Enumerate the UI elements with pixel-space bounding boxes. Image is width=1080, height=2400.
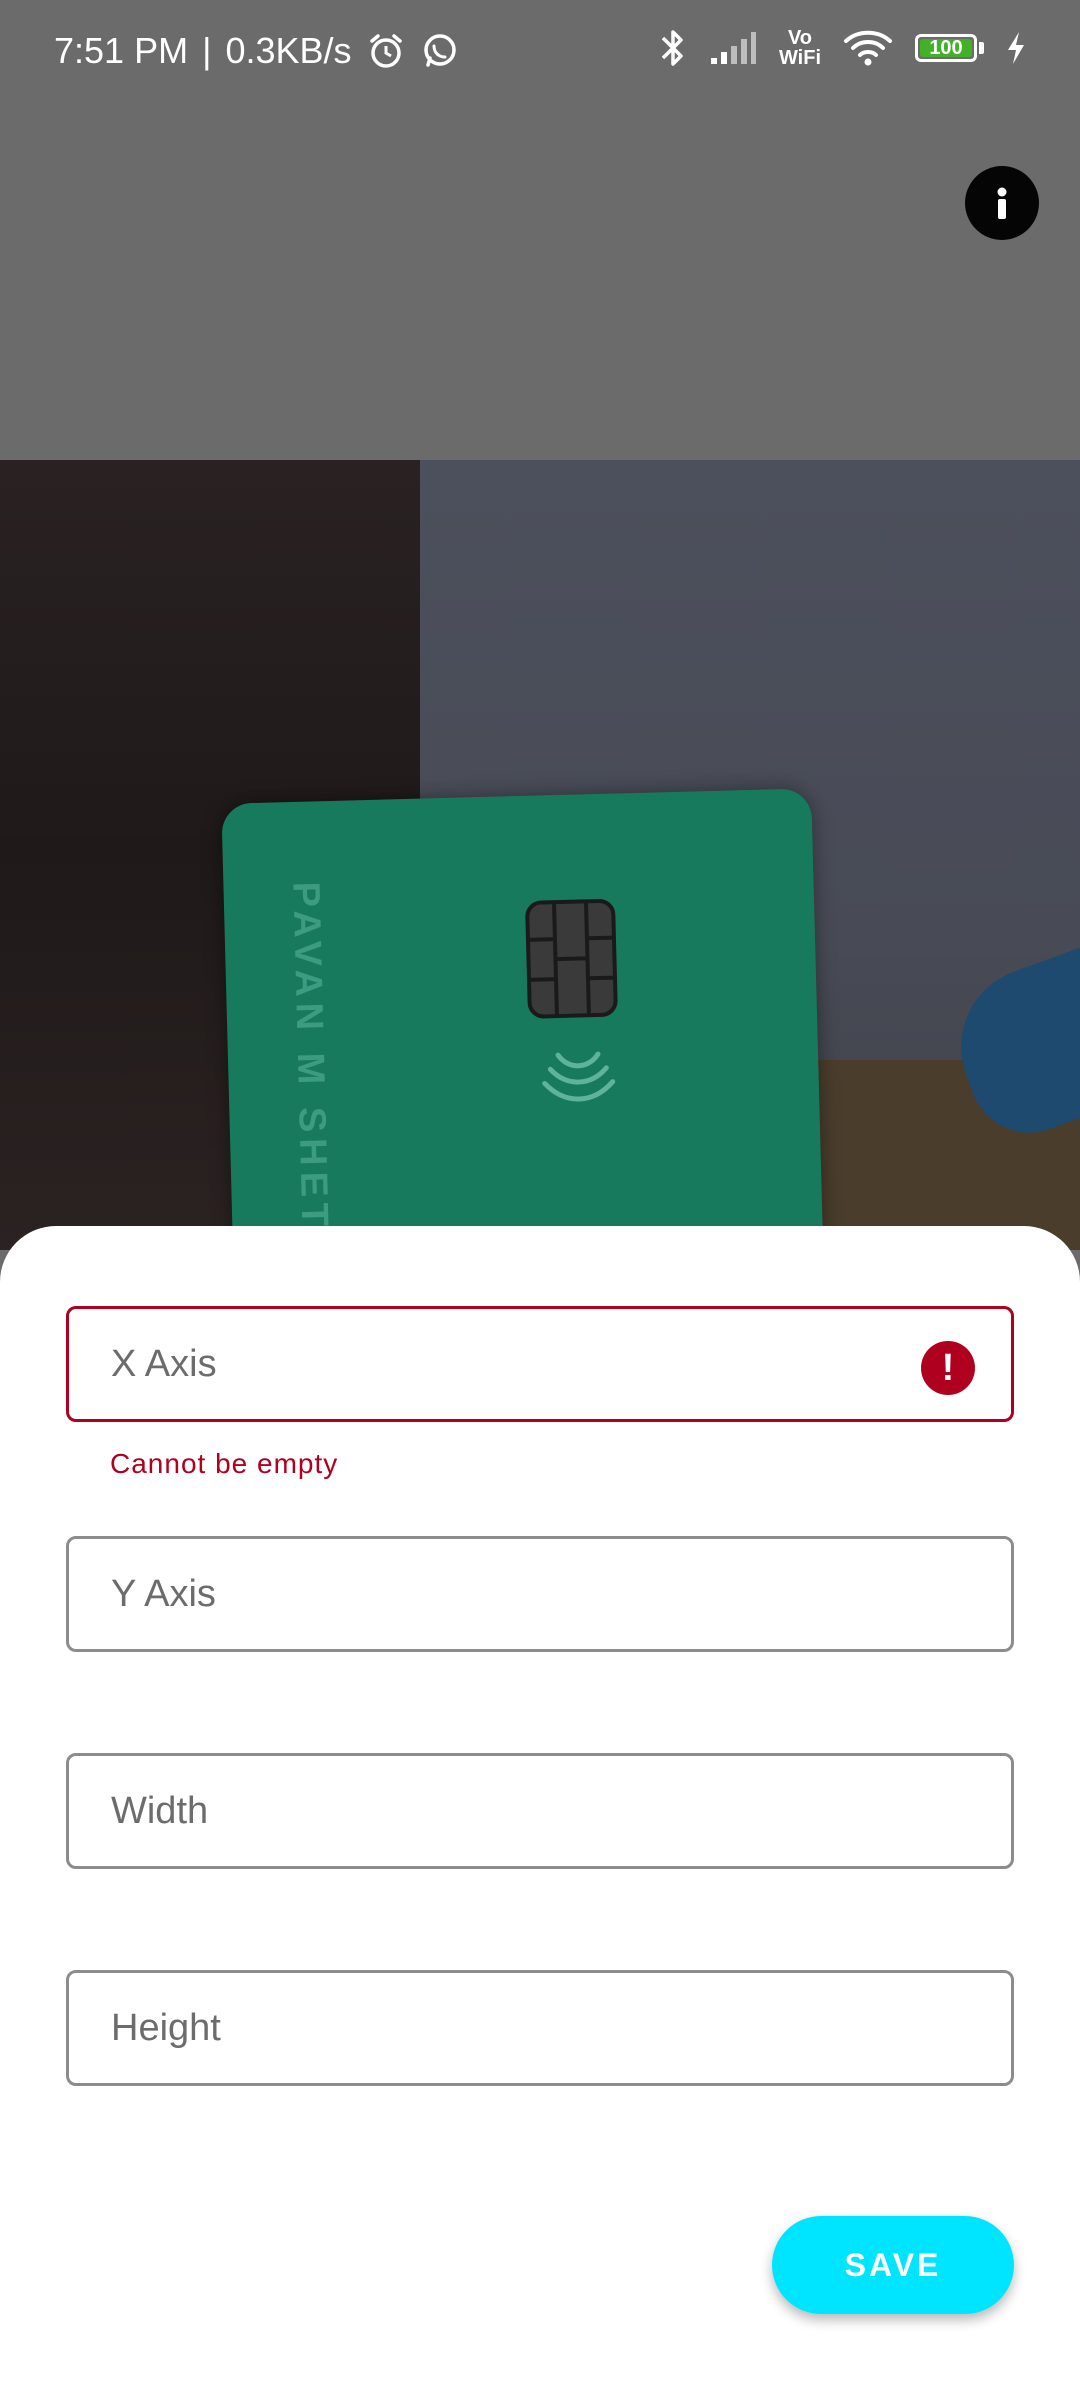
app-screen: 7:51 PM | 0.3KB/s Vo WiFi 100 PAVAN M SH…: [0, 0, 1080, 2400]
contactless-icon: [542, 1051, 616, 1102]
vowifi-top-text: Vo: [787, 27, 813, 49]
y-axis-label: Y Axis: [111, 1573, 216, 1615]
error-icon: !: [921, 1341, 975, 1395]
alarm-icon: [366, 31, 406, 71]
width-label: Width: [111, 1790, 209, 1832]
charging-icon: [1006, 31, 1026, 65]
card-image: PAVAN M SHETT: [221, 788, 825, 1250]
vowifi-icon: Vo WiFi: [779, 28, 821, 68]
status-right: Vo WiFi 100: [659, 26, 1026, 70]
status-left: 7:51 PM | 0.3KB/s: [54, 30, 460, 72]
width-field[interactable]: Width: [66, 1753, 1014, 1869]
bottom-sheet: X Axis ! Cannot be empty Y Axis Width He…: [0, 1226, 1080, 2400]
camera-preview: PAVAN M SHETT: [0, 460, 1080, 1250]
height-field[interactable]: Height: [66, 1970, 1014, 2086]
card-name-text: PAVAN M SHETT: [284, 881, 337, 1250]
x-axis-label: X Axis: [111, 1343, 217, 1385]
status-bar: 7:51 PM | 0.3KB/s Vo WiFi 100: [0, 0, 1080, 104]
battery-level-text: 100: [929, 36, 963, 59]
wifi-icon: [843, 29, 893, 67]
status-time: 7:51 PM: [54, 30, 189, 71]
status-separator: |: [202, 30, 212, 71]
chip-icon: [525, 898, 618, 1019]
height-label: Height: [111, 2007, 221, 2049]
vowifi-bottom-text: WiFi: [778, 47, 821, 69]
status-net-speed: 0.3KB/s: [225, 30, 352, 71]
battery-nub: [979, 42, 984, 54]
y-axis-field[interactable]: Y Axis: [66, 1536, 1014, 1652]
battery-icon: 100: [915, 34, 984, 62]
battery-body: 100: [915, 34, 977, 62]
signal-icon: [709, 30, 757, 66]
info-button[interactable]: [965, 166, 1039, 240]
x-axis-field[interactable]: X Axis !: [66, 1306, 1014, 1422]
info-icon: [997, 187, 1007, 219]
bluetooth-icon: [659, 26, 687, 70]
x-axis-error-text: Cannot be empty: [110, 1448, 339, 1479]
whatsapp-icon: [420, 31, 460, 71]
save-button[interactable]: SAVE: [772, 2216, 1014, 2314]
